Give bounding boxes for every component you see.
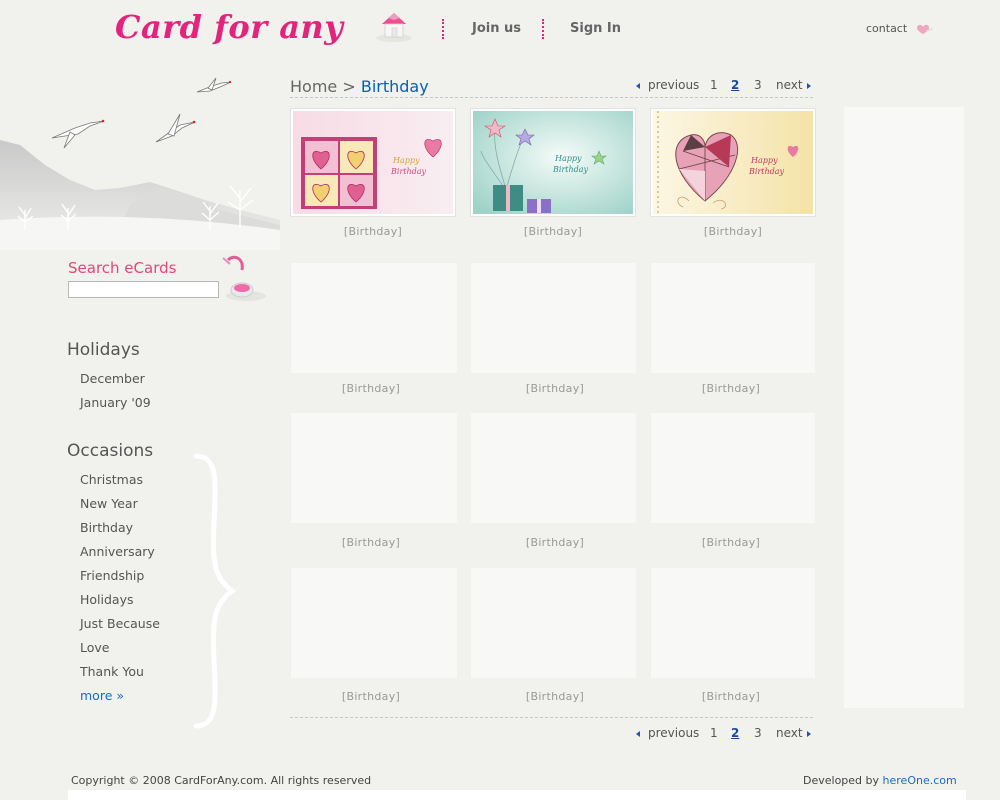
pagination-page-1[interactable]: 1 bbox=[710, 726, 718, 740]
card-thumbnail[interactable]: Happy Birthday bbox=[470, 108, 636, 217]
card-tile[interactable] bbox=[471, 413, 636, 523]
sidebar-item-holidays[interactable]: Holidays bbox=[80, 592, 134, 607]
more-occasions-link[interactable]: more » bbox=[80, 688, 124, 703]
developer-link[interactable]: hereOne.com bbox=[883, 774, 957, 787]
previous-arrow-icon[interactable] bbox=[636, 83, 640, 89]
join-us-link[interactable]: Join us bbox=[472, 21, 521, 36]
heart-mail-icon[interactable] bbox=[914, 22, 934, 36]
developed-by: Developed by hereOne.com bbox=[803, 774, 957, 787]
sidebar-item-january-09[interactable]: January '09 bbox=[80, 395, 151, 410]
home-icon[interactable] bbox=[374, 9, 414, 43]
card-caption: [Birthday] bbox=[703, 225, 763, 238]
sidebar-item-love[interactable]: Love bbox=[80, 640, 109, 655]
mouse-search-icon[interactable] bbox=[220, 252, 268, 304]
card-caption: [Birthday] bbox=[341, 690, 401, 703]
card-tile[interactable] bbox=[291, 263, 457, 373]
nav-separator bbox=[442, 19, 446, 39]
search-input[interactable] bbox=[68, 281, 219, 298]
birthday-card-gifts-image: Happy Birthday bbox=[473, 111, 633, 214]
pagination-page-3[interactable]: 3 bbox=[754, 78, 762, 92]
card-thumbnail[interactable]: Happy Birthday bbox=[650, 108, 816, 217]
contact-link[interactable]: contact bbox=[866, 22, 907, 35]
divider bbox=[290, 717, 813, 718]
sidebar-item-thank-you[interactable]: Thank You bbox=[80, 664, 144, 679]
card-tile[interactable] bbox=[291, 413, 457, 523]
card-caption: [Birthday] bbox=[701, 382, 761, 395]
sign-in-link[interactable]: Sign In bbox=[570, 21, 621, 36]
sidebar-item-anniversary[interactable]: Anniversary bbox=[80, 544, 155, 559]
pagination-top: previous 1 2 3 next bbox=[634, 78, 814, 94]
card-caption: [Birthday] bbox=[701, 690, 761, 703]
card-caption: [Birthday] bbox=[701, 536, 761, 549]
copyright-text: Copyright © 2008 CardForAny.com. All rig… bbox=[71, 774, 372, 787]
sidebar-item-just-because[interactable]: Just Because bbox=[80, 616, 160, 631]
svg-text:Birthday: Birthday bbox=[390, 167, 427, 176]
site-logo[interactable]: Card for any bbox=[115, 8, 343, 46]
card-caption: [Birthday] bbox=[343, 225, 403, 238]
decorative-brace bbox=[193, 453, 237, 729]
card-caption: [Birthday] bbox=[341, 382, 401, 395]
card-caption: [Birthday] bbox=[525, 690, 585, 703]
sidebar-item-birthday[interactable]: Birthday bbox=[80, 520, 133, 535]
pagination-next[interactable]: next bbox=[776, 726, 803, 740]
landscape-illustration bbox=[0, 77, 280, 250]
pagination-page-2[interactable]: 2 bbox=[731, 78, 739, 92]
search-ecards-title: Search eCards bbox=[68, 259, 177, 277]
svg-text:Happy: Happy bbox=[750, 156, 778, 165]
occasions-heading: Occasions bbox=[67, 441, 154, 461]
nav-separator bbox=[542, 19, 546, 39]
pagination-next[interactable]: next bbox=[776, 78, 803, 92]
pagination-bottom: previous 1 2 3 next bbox=[634, 726, 814, 742]
pagination-page-3[interactable]: 3 bbox=[754, 726, 762, 740]
pagination-previous[interactable]: previous bbox=[648, 78, 699, 92]
breadcrumb: Home > Birthday bbox=[290, 77, 429, 96]
divider bbox=[290, 97, 813, 98]
card-tile[interactable] bbox=[651, 263, 815, 373]
card-caption: [Birthday] bbox=[525, 536, 585, 549]
card-tile[interactable] bbox=[471, 568, 636, 678]
card-thumbnail[interactable]: Happy Birthday bbox=[290, 108, 456, 217]
next-arrow-icon[interactable] bbox=[807, 731, 811, 737]
next-arrow-icon[interactable] bbox=[807, 83, 811, 89]
card-tile[interactable] bbox=[291, 568, 457, 678]
sidebar-item-christmas[interactable]: Christmas bbox=[80, 472, 143, 487]
happy-birthday-text: Happy bbox=[392, 156, 420, 165]
sidebar-item-friendship[interactable]: Friendship bbox=[80, 568, 144, 583]
svg-text:Birthday: Birthday bbox=[552, 165, 589, 174]
developed-by-label: Developed by bbox=[803, 774, 880, 787]
card-tile[interactable] bbox=[651, 413, 815, 523]
right-sidebar-panel bbox=[844, 107, 964, 708]
card-caption: [Birthday] bbox=[525, 382, 585, 395]
sidebar-item-december[interactable]: December bbox=[80, 371, 145, 386]
pagination-page-2[interactable]: 2 bbox=[731, 726, 739, 740]
sidebar-item-new-year[interactable]: New Year bbox=[80, 496, 138, 511]
holidays-heading: Holidays bbox=[67, 340, 140, 360]
card-tile[interactable] bbox=[651, 568, 815, 678]
card-tile[interactable] bbox=[471, 263, 636, 373]
svg-text:Happy: Happy bbox=[554, 154, 582, 163]
card-caption: [Birthday] bbox=[523, 225, 583, 238]
svg-text:Birthday: Birthday bbox=[748, 167, 785, 176]
breadcrumb-home[interactable]: Home bbox=[290, 77, 337, 96]
breadcrumb-separator: > bbox=[342, 77, 356, 96]
footer-strip bbox=[68, 790, 966, 800]
card-caption: [Birthday] bbox=[341, 536, 401, 549]
birthday-card-patchwork-heart-image: Happy Birthday bbox=[653, 111, 813, 214]
previous-arrow-icon[interactable] bbox=[636, 731, 640, 737]
breadcrumb-current: Birthday bbox=[360, 77, 429, 96]
pagination-previous[interactable]: previous bbox=[648, 726, 699, 740]
birthday-card-hearts-image: Happy Birthday bbox=[293, 111, 453, 214]
pagination-page-1[interactable]: 1 bbox=[710, 78, 718, 92]
